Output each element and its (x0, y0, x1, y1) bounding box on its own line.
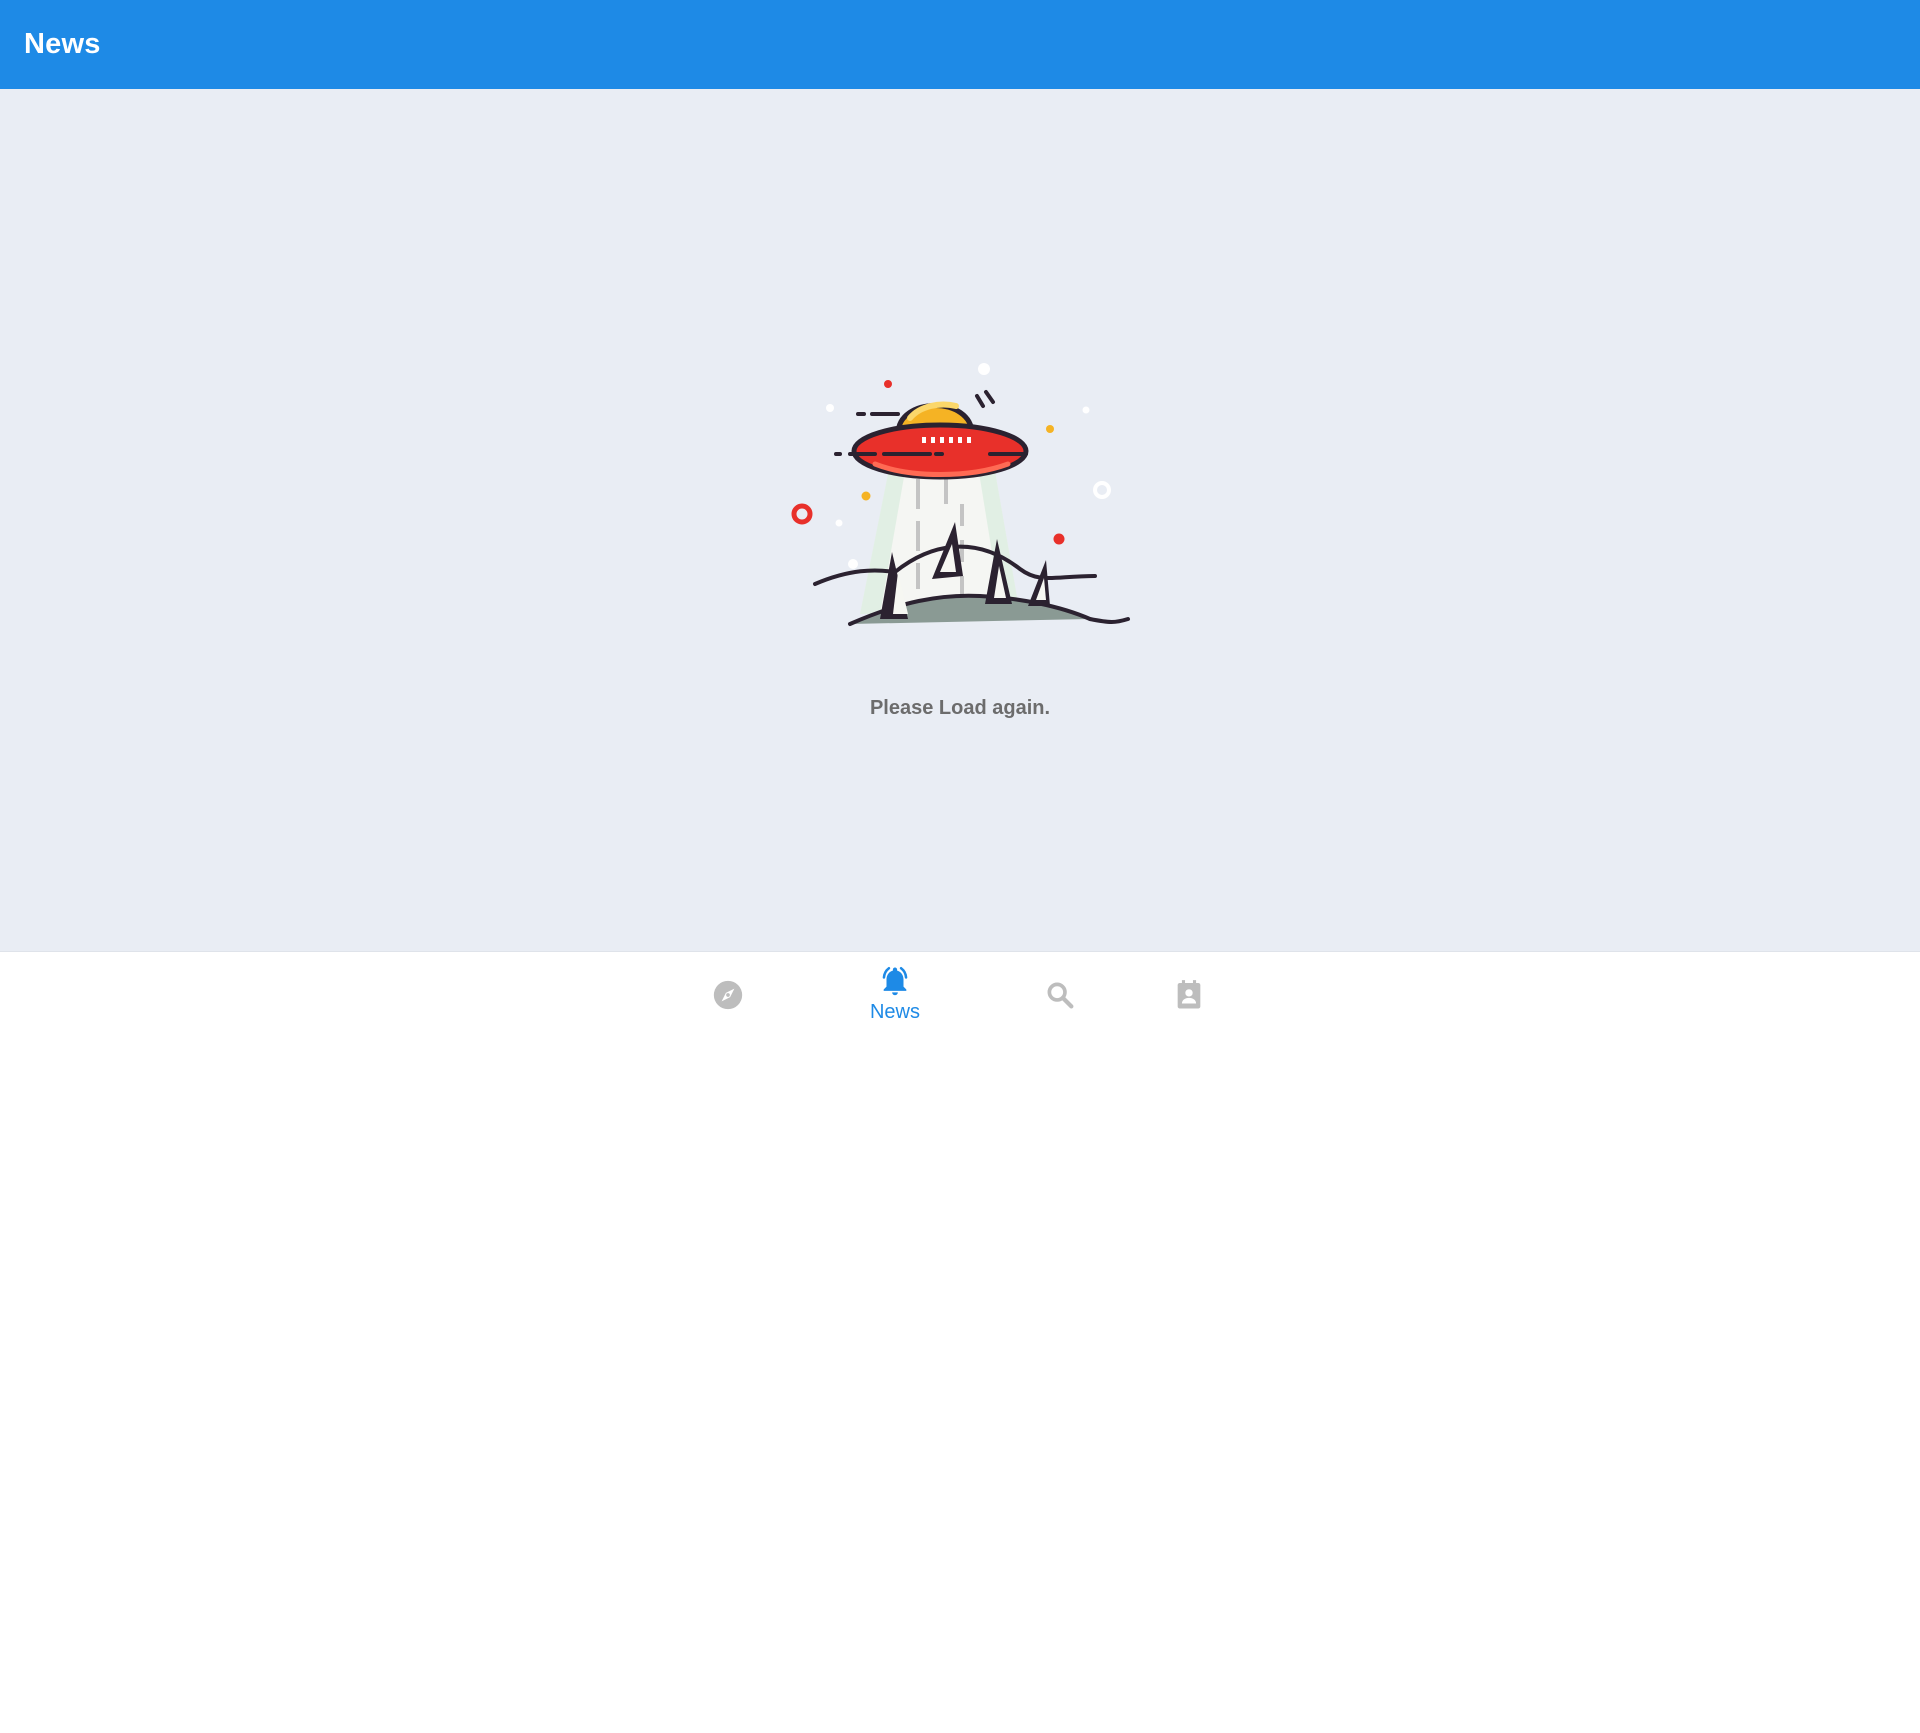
nav-item-contacts[interactable] (1129, 952, 1249, 1040)
contact-card-icon (1177, 980, 1201, 1009)
bell-icon (882, 966, 908, 996)
nav-item-search[interactable] (1000, 952, 1120, 1040)
app-root: News Please Load again. News (0, 0, 1920, 1733)
bottom-navigation: News (0, 951, 1920, 1040)
app-bar: News (0, 0, 1920, 89)
search-icon (1047, 982, 1074, 1009)
empty-state-message: Please Load again. (869, 697, 1051, 719)
content-area: Please Load again. (0, 89, 1920, 951)
nav-item-label: News (869, 1001, 920, 1023)
nav-item-news[interactable]: News (835, 952, 955, 1040)
page-title: News (24, 28, 101, 60)
nav-item-explore[interactable] (668, 952, 788, 1040)
compass-icon (713, 980, 743, 1010)
ufo-illustration (791, 363, 1130, 626)
